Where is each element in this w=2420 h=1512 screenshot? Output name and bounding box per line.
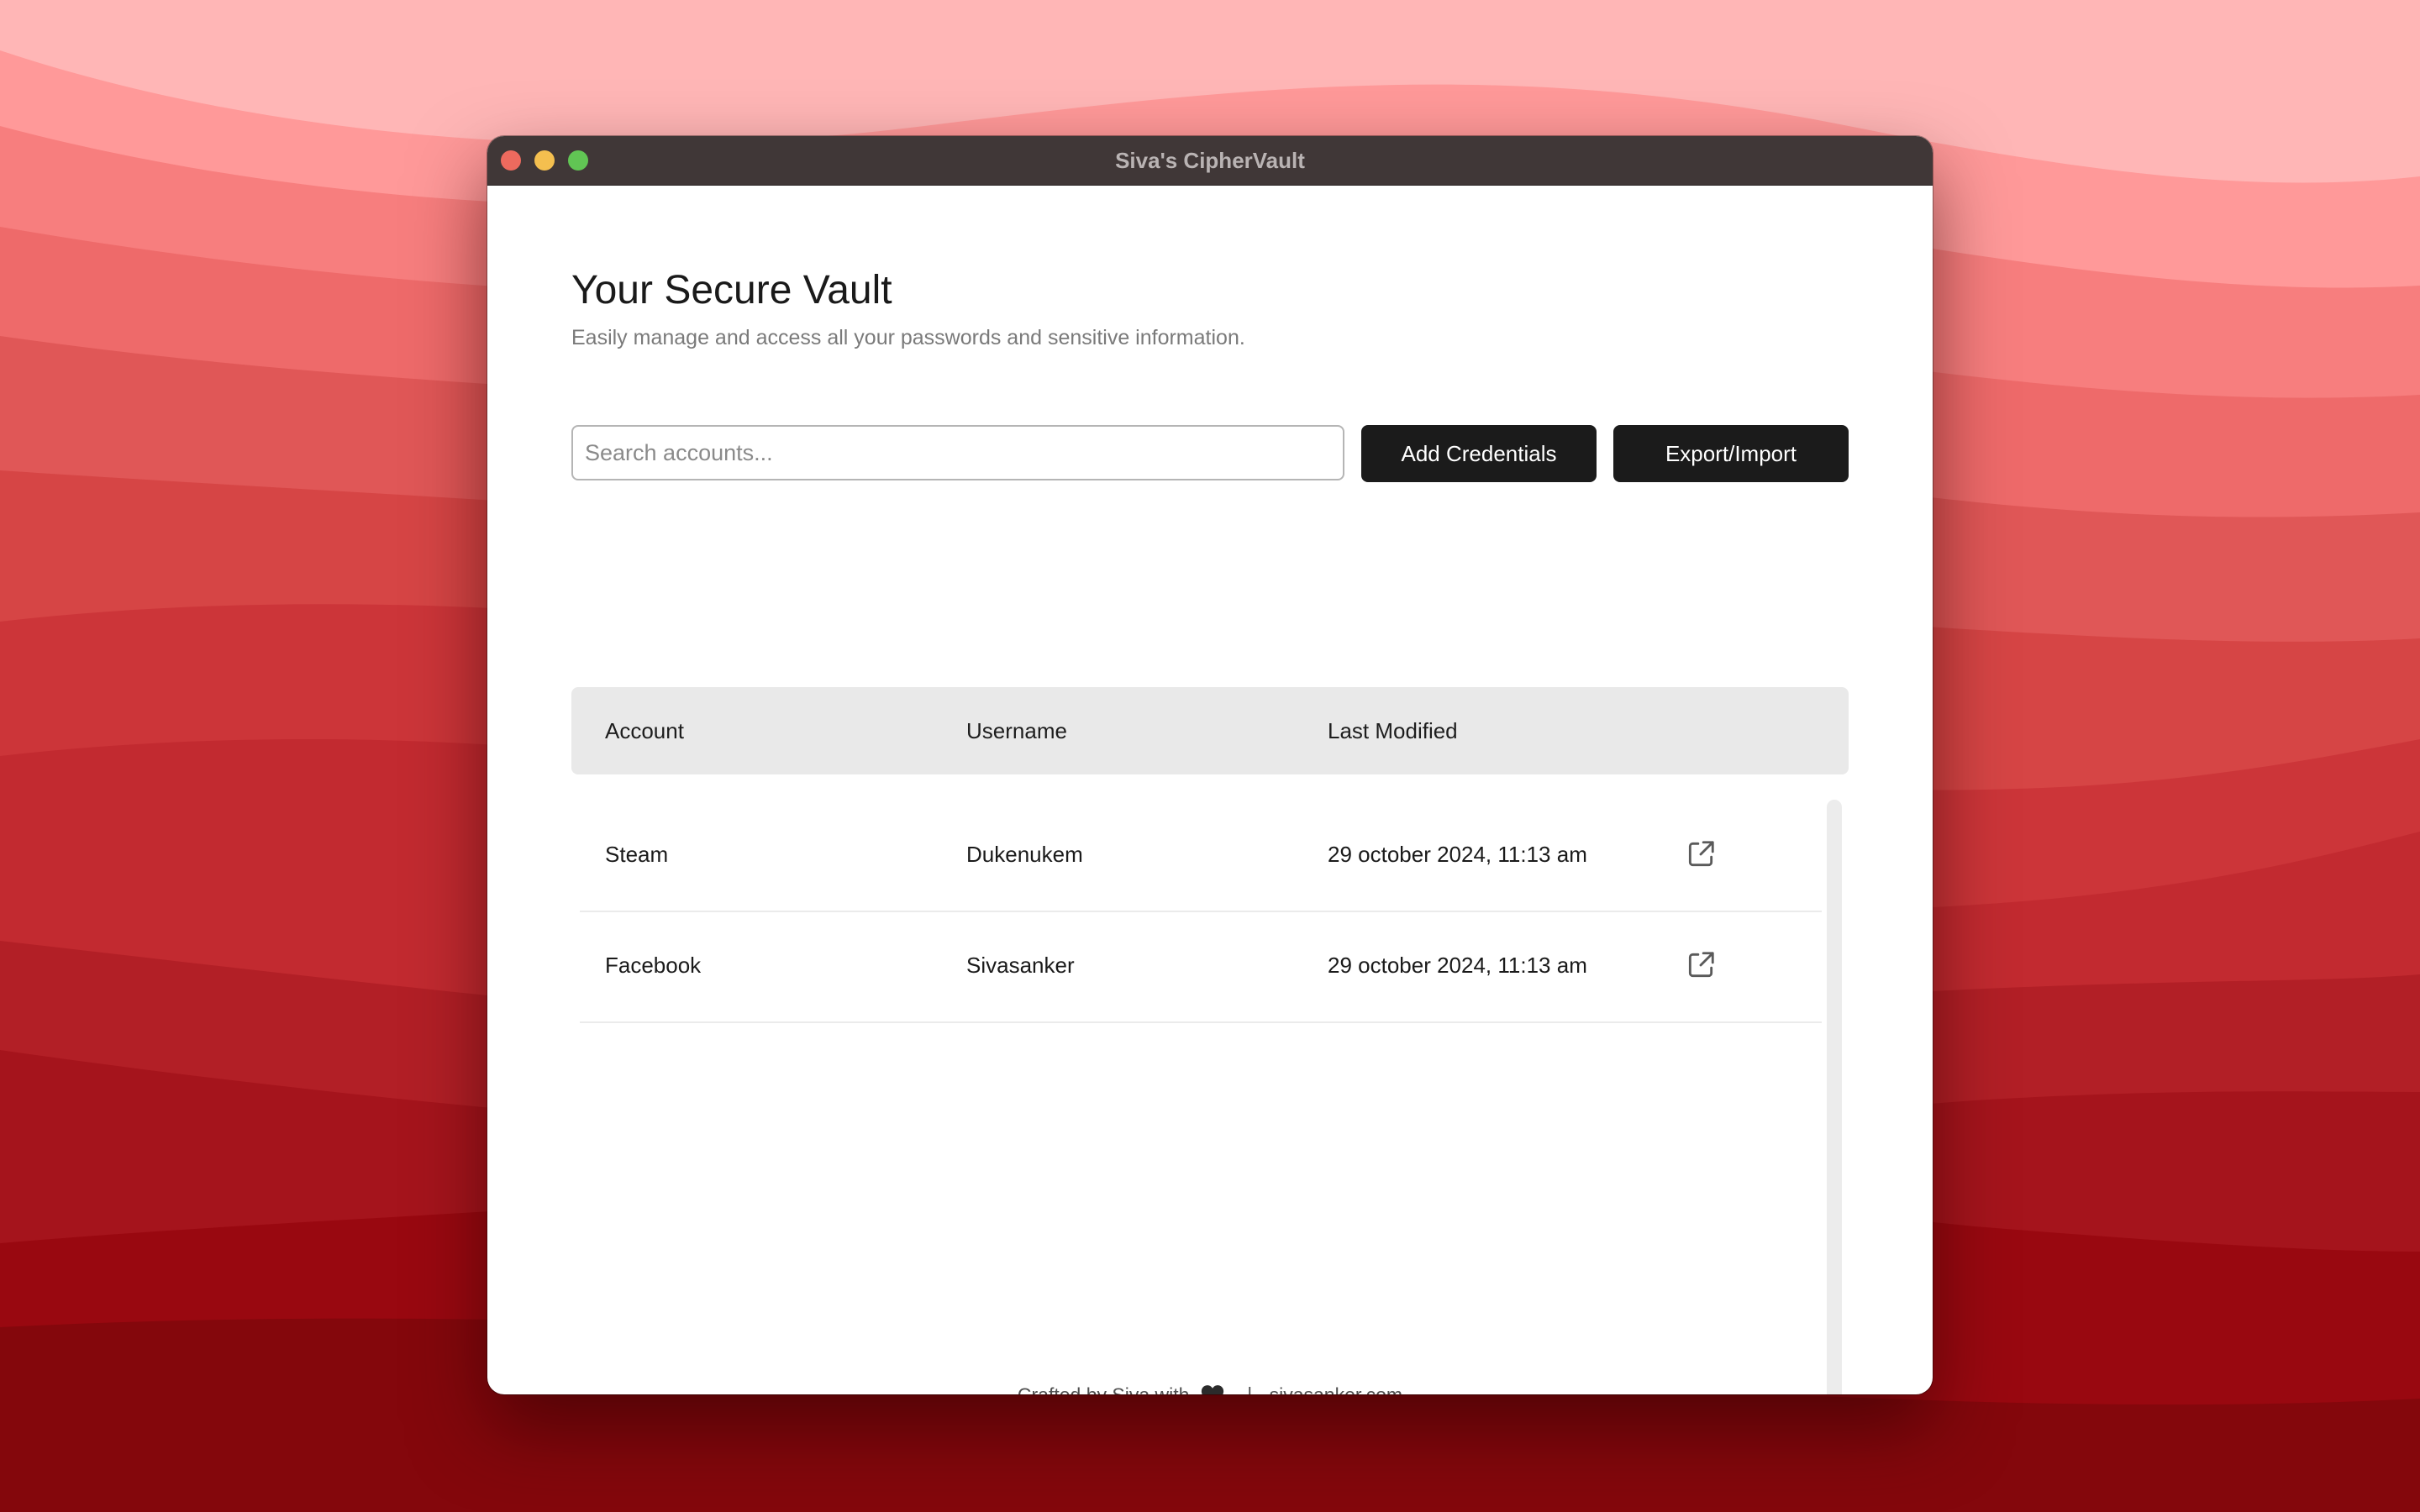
page-subtitle: Easily manage and access all your passwo… — [571, 326, 1245, 349]
last-modified-cell: 29 october 2024, 11:13 am — [1328, 842, 1587, 867]
table-header: Account Username Last Modified — [571, 687, 1849, 774]
last-modified-cell: 29 october 2024, 11:13 am — [1328, 953, 1587, 978]
open-external-icon[interactable] — [1685, 838, 1717, 870]
page-title: Your Secure Vault — [571, 268, 892, 312]
website-link[interactable]: sivasanker.com — [1270, 1383, 1403, 1394]
table-row[interactable]: Steam Dukenukem 29 october 2024, 11:13 a… — [580, 800, 1822, 912]
search-input[interactable] — [571, 425, 1344, 480]
app-window: Siva's CipherVault Your Secure Vault Eas… — [487, 136, 1933, 1394]
footer-credit: Crafted by Siva with — [1018, 1383, 1190, 1394]
black-heart-icon — [1201, 1385, 1223, 1394]
main-content: Your Secure Vault Easily manage and acce… — [487, 185, 1933, 1394]
open-external-icon[interactable] — [1685, 949, 1717, 981]
add-credentials-button[interactable]: Add Credentials — [1361, 425, 1597, 482]
table-row[interactable]: Facebook Sivasanker 29 october 2024, 11:… — [580, 911, 1822, 1023]
username-cell: Sivasanker — [966, 953, 1075, 978]
title-bar[interactable]: Siva's CipherVault — [487, 136, 1933, 186]
export-import-button[interactable]: Export/Import — [1613, 425, 1849, 482]
account-cell: Steam — [605, 842, 669, 867]
footer-separator: | — [1247, 1383, 1252, 1394]
account-cell: Facebook — [605, 953, 702, 978]
username-cell: Dukenukem — [966, 842, 1083, 867]
column-header-username[interactable]: Username — [966, 687, 1067, 774]
window-title: Siva's CipherVault — [1115, 148, 1305, 173]
column-header-account[interactable]: Account — [605, 687, 684, 774]
table-scrollbar[interactable] — [1827, 800, 1842, 1394]
column-header-last-modified[interactable]: Last Modified — [1328, 687, 1458, 774]
footer: Crafted by Siva with | sivasanker.com — [487, 1383, 1933, 1394]
